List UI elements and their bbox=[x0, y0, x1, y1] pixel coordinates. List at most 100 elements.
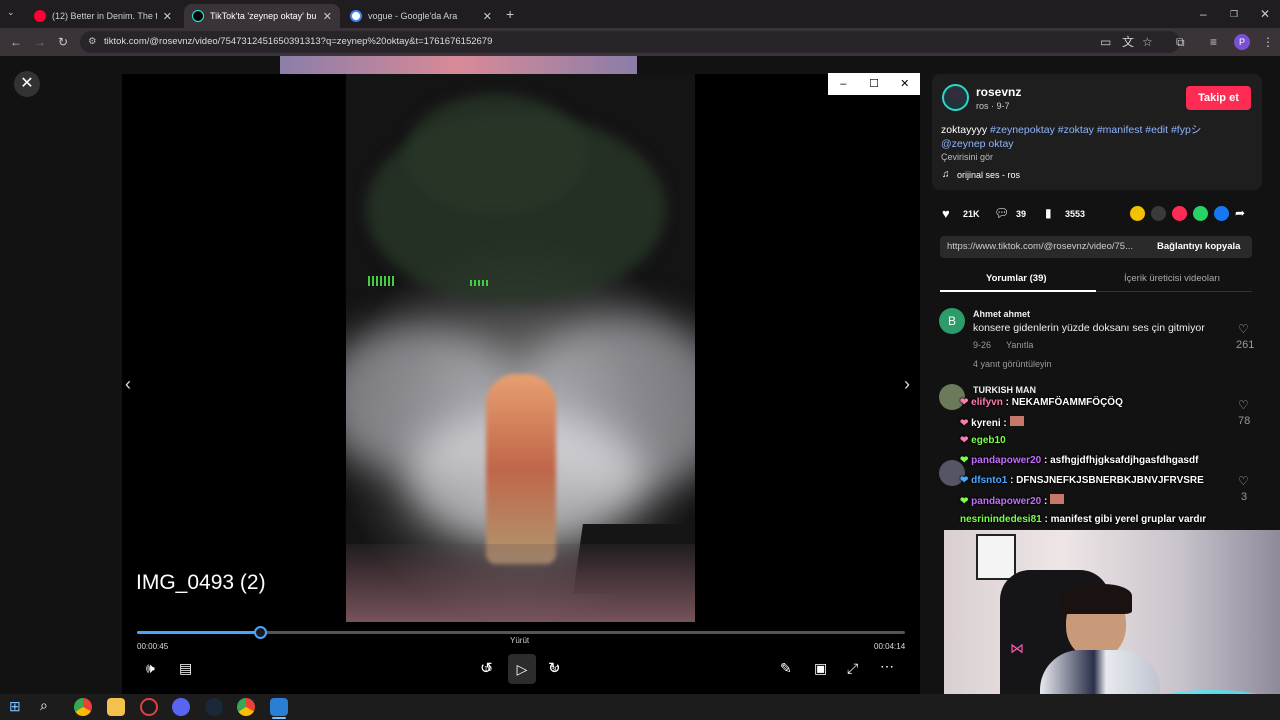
search-icon[interactable]: ⌕ bbox=[40, 697, 48, 714]
like-icon[interactable]: ♥ bbox=[942, 206, 950, 221]
comment-like-icon[interactable]: ♡ bbox=[1238, 474, 1249, 488]
close-icon[interactable]: ✕ bbox=[889, 73, 920, 95]
comment-count: 39 bbox=[1016, 209, 1027, 219]
chrome-icon[interactable] bbox=[237, 698, 255, 716]
chat-text: : manifest gibi yerel gruplar vardır bbox=[1044, 514, 1207, 525]
app-icon[interactable] bbox=[140, 698, 158, 716]
steam-icon[interactable] bbox=[205, 698, 223, 716]
comment-avatar[interactable]: B bbox=[939, 308, 965, 334]
new-tab-button[interactable]: + bbox=[506, 0, 514, 28]
chat-badge-icon: ❤ bbox=[960, 397, 972, 408]
browser-tab-bar: ⌄ (12) Better in Denim. The fall ca ✕ Ti… bbox=[0, 0, 1280, 28]
comment-like-icon[interactable]: ♡ bbox=[1238, 322, 1249, 336]
play-button[interactable]: ▷ bbox=[508, 654, 536, 684]
subtitles-icon[interactable]: ▤ bbox=[179, 660, 192, 677]
follow-button[interactable]: Takip et bbox=[1186, 86, 1251, 110]
browser-tab-youtube[interactable]: (12) Better in Denim. The fall ca ✕ bbox=[26, 4, 180, 28]
minimize-icon[interactable]: – bbox=[828, 73, 859, 95]
reply-button[interactable]: Yanıtla bbox=[1006, 340, 1033, 350]
comment-author[interactable]: Ahmet ahmet bbox=[973, 309, 1030, 319]
bookmark-icon[interactable]: ▮ bbox=[1045, 206, 1052, 220]
share-friends-icon[interactable] bbox=[1130, 206, 1145, 221]
close-icon[interactable]: ✕ bbox=[14, 71, 40, 97]
view-replies[interactable]: 4 yanıt görüntüleyin bbox=[973, 359, 1052, 369]
video-link[interactable]: https://www.tiktok.com/@rosevnz/video/75… bbox=[947, 241, 1142, 252]
chat-message: ❤ pandapower20 : bbox=[960, 494, 1065, 507]
caption-text: zoktayyyy bbox=[941, 124, 988, 136]
media-icon[interactable]: ≡ bbox=[1210, 28, 1217, 56]
close-tab-icon[interactable]: ✕ bbox=[163, 10, 172, 23]
close-tab-icon[interactable]: ✕ bbox=[483, 10, 492, 23]
embed-icon[interactable] bbox=[1151, 206, 1166, 221]
next-icon[interactable]: › bbox=[904, 374, 910, 395]
tab-title: vogue - Google'da Ara bbox=[368, 11, 458, 21]
chat-text: : bbox=[1003, 418, 1007, 429]
address-bar-row: ← → ↻ ⚙ tiktok.com/@rosevnz/video/754731… bbox=[0, 28, 1280, 56]
chat-text: : asfhgjdfhjgksafdjhgasfdhgasdf bbox=[1043, 455, 1199, 466]
comment-like-count: 261 bbox=[1236, 339, 1255, 351]
minimize-icon[interactable]: – bbox=[1200, 0, 1207, 28]
cast-icon[interactable]: ▭ bbox=[1100, 28, 1111, 56]
facebook-icon[interactable] bbox=[1214, 206, 1229, 221]
menu-icon[interactable]: ⋮ bbox=[1262, 28, 1274, 56]
restore-icon[interactable]: ❐ bbox=[1230, 0, 1238, 28]
comment-like-icon[interactable]: ♡ bbox=[1238, 398, 1249, 412]
discord-icon[interactable] bbox=[172, 698, 190, 716]
skip-forward-seconds: 30 bbox=[551, 666, 559, 673]
save-count: 3553 bbox=[1065, 209, 1086, 219]
caption-hashtags[interactable]: #zeynepoktay #zoktay #manifest #edit #fy… bbox=[990, 124, 1201, 136]
forward-icon[interactable]: → bbox=[34, 28, 46, 56]
chat-user: elifyvn bbox=[971, 397, 1003, 408]
browser-tab-google[interactable]: vogue - Google'da Ara ✕ bbox=[342, 4, 500, 28]
link-box: https://www.tiktok.com/@rosevnz/video/75… bbox=[940, 236, 1252, 258]
close-window-icon[interactable]: ✕ bbox=[1260, 0, 1270, 28]
back-icon[interactable]: ← bbox=[10, 28, 22, 56]
bookmark-star-icon[interactable]: ☆ bbox=[1142, 28, 1153, 56]
seek-thumb[interactable] bbox=[253, 626, 267, 639]
video-frame[interactable] bbox=[346, 74, 695, 622]
extensions-icon[interactable]: ⧉ bbox=[1176, 28, 1185, 56]
chat-message: ❤ egeb10 bbox=[960, 435, 1006, 446]
reload-icon[interactable]: ↻ bbox=[58, 28, 68, 56]
site-info-icon[interactable]: ⚙ bbox=[88, 31, 97, 53]
avatar[interactable] bbox=[942, 84, 969, 111]
webcam-overlay: ⋈ bbox=[944, 530, 1280, 720]
previous-icon[interactable]: ‹ bbox=[125, 374, 131, 395]
tab-comments[interactable]: Yorumlar (39) bbox=[986, 273, 1047, 284]
tab-creator-videos[interactable]: İçerik üreticisi videoları bbox=[1124, 273, 1220, 284]
browser-tab-tiktok[interactable]: TikTok'ta 'zeynep oktay' bulabili ✕ bbox=[184, 4, 340, 28]
chrome-icon[interactable] bbox=[74, 698, 92, 716]
translate-link[interactable]: Çevirisini gör bbox=[941, 152, 993, 162]
comment-icon[interactable]: 💬︎ bbox=[994, 206, 1009, 220]
whatsapp-icon[interactable] bbox=[1193, 206, 1208, 221]
comment-date: 9-26 bbox=[973, 340, 992, 350]
close-tab-icon[interactable]: ✕ bbox=[323, 10, 332, 23]
chat-user: pandapower20 bbox=[971, 455, 1042, 466]
comment-author[interactable]: TURKISH MAN bbox=[973, 385, 1036, 395]
file-explorer-icon[interactable] bbox=[107, 698, 125, 716]
edit-pencil-icon[interactable]: ✎ bbox=[780, 660, 792, 677]
more-options-icon[interactable]: ⋯ bbox=[880, 658, 894, 675]
sound-name[interactable]: orijinal ses - ros bbox=[957, 170, 1020, 180]
url-text: tiktok.com/@rosevnz/video/75473124516503… bbox=[104, 36, 493, 47]
seek-bar[interactable] bbox=[137, 626, 905, 639]
share-arrow-icon[interactable]: ➦ bbox=[1235, 206, 1250, 221]
photos-icon[interactable] bbox=[270, 698, 288, 716]
windows-start-icon[interactable]: ⊞ bbox=[9, 698, 21, 715]
fullscreen-icon[interactable]: ⤢ bbox=[847, 660, 858, 677]
caption-mention[interactable]: @zeynep oktay bbox=[941, 138, 1014, 150]
translate-icon[interactable]: 文 bbox=[1122, 28, 1134, 56]
profile-avatar[interactable]: P bbox=[1234, 34, 1250, 50]
chat-message: ❤ kyreni : bbox=[960, 416, 1024, 429]
username[interactable]: rosevnz bbox=[976, 85, 1021, 99]
play-tooltip: Yürüt bbox=[510, 636, 530, 645]
copy-link-button[interactable]: Bağlantıyı kopyala bbox=[1157, 241, 1240, 252]
url-input[interactable]: ⚙ tiktok.com/@rosevnz/video/754731245165… bbox=[80, 31, 1180, 53]
tab-search-icon[interactable]: ⌄ bbox=[7, 0, 15, 26]
send-icon[interactable] bbox=[1172, 206, 1187, 221]
volume-icon[interactable]: 🕪 bbox=[146, 660, 155, 677]
comment-like-count: 3 bbox=[1241, 491, 1248, 503]
like-count: 21K bbox=[963, 209, 980, 219]
maximize-icon[interactable]: ☐ bbox=[859, 73, 890, 95]
miniplayer-icon[interactable]: ▣ bbox=[814, 660, 827, 677]
